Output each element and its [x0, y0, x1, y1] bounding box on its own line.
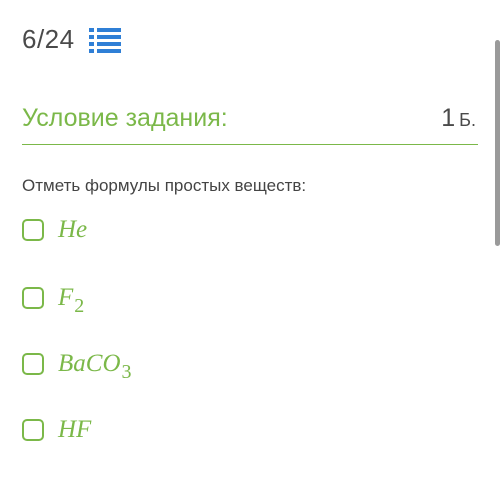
option-checkbox[interactable]	[22, 419, 44, 441]
option-checkbox[interactable]	[22, 219, 44, 241]
formula-subscript: 2	[74, 295, 85, 317]
formula-subscript: 3	[121, 361, 132, 383]
option-f2[interactable]: F2	[22, 284, 84, 317]
task-points: 1 Б.	[441, 104, 476, 133]
option-checkbox[interactable]	[22, 353, 44, 375]
option-formula: F2	[58, 284, 84, 317]
task-counter: 6/24	[22, 24, 121, 55]
formula-main: BaCO	[58, 350, 121, 377]
formula-main: HF	[58, 416, 92, 443]
option-he[interactable]: He	[22, 216, 88, 244]
points-value: 1	[441, 104, 456, 132]
task-header: Условие задания: 1 Б.	[22, 104, 478, 145]
points-unit: Б.	[459, 110, 476, 130]
option-hf[interactable]: HF	[22, 416, 92, 444]
option-checkbox[interactable]	[22, 287, 44, 309]
formula-main: F	[58, 284, 74, 311]
option-formula: BaCO3	[58, 350, 132, 383]
option-formula: He	[58, 216, 88, 244]
task-counter-text: 6/24	[22, 24, 75, 54]
question-text: Отметь формулы простых веществ:	[22, 176, 307, 195]
option-formula: HF	[58, 416, 92, 444]
scrollbar[interactable]	[495, 40, 500, 246]
option-baco3[interactable]: BaCO3	[22, 350, 132, 383]
task-condition-title: Условие задания:	[22, 104, 228, 132]
formula-main: He	[58, 216, 88, 243]
list-icon[interactable]	[88, 27, 121, 53]
